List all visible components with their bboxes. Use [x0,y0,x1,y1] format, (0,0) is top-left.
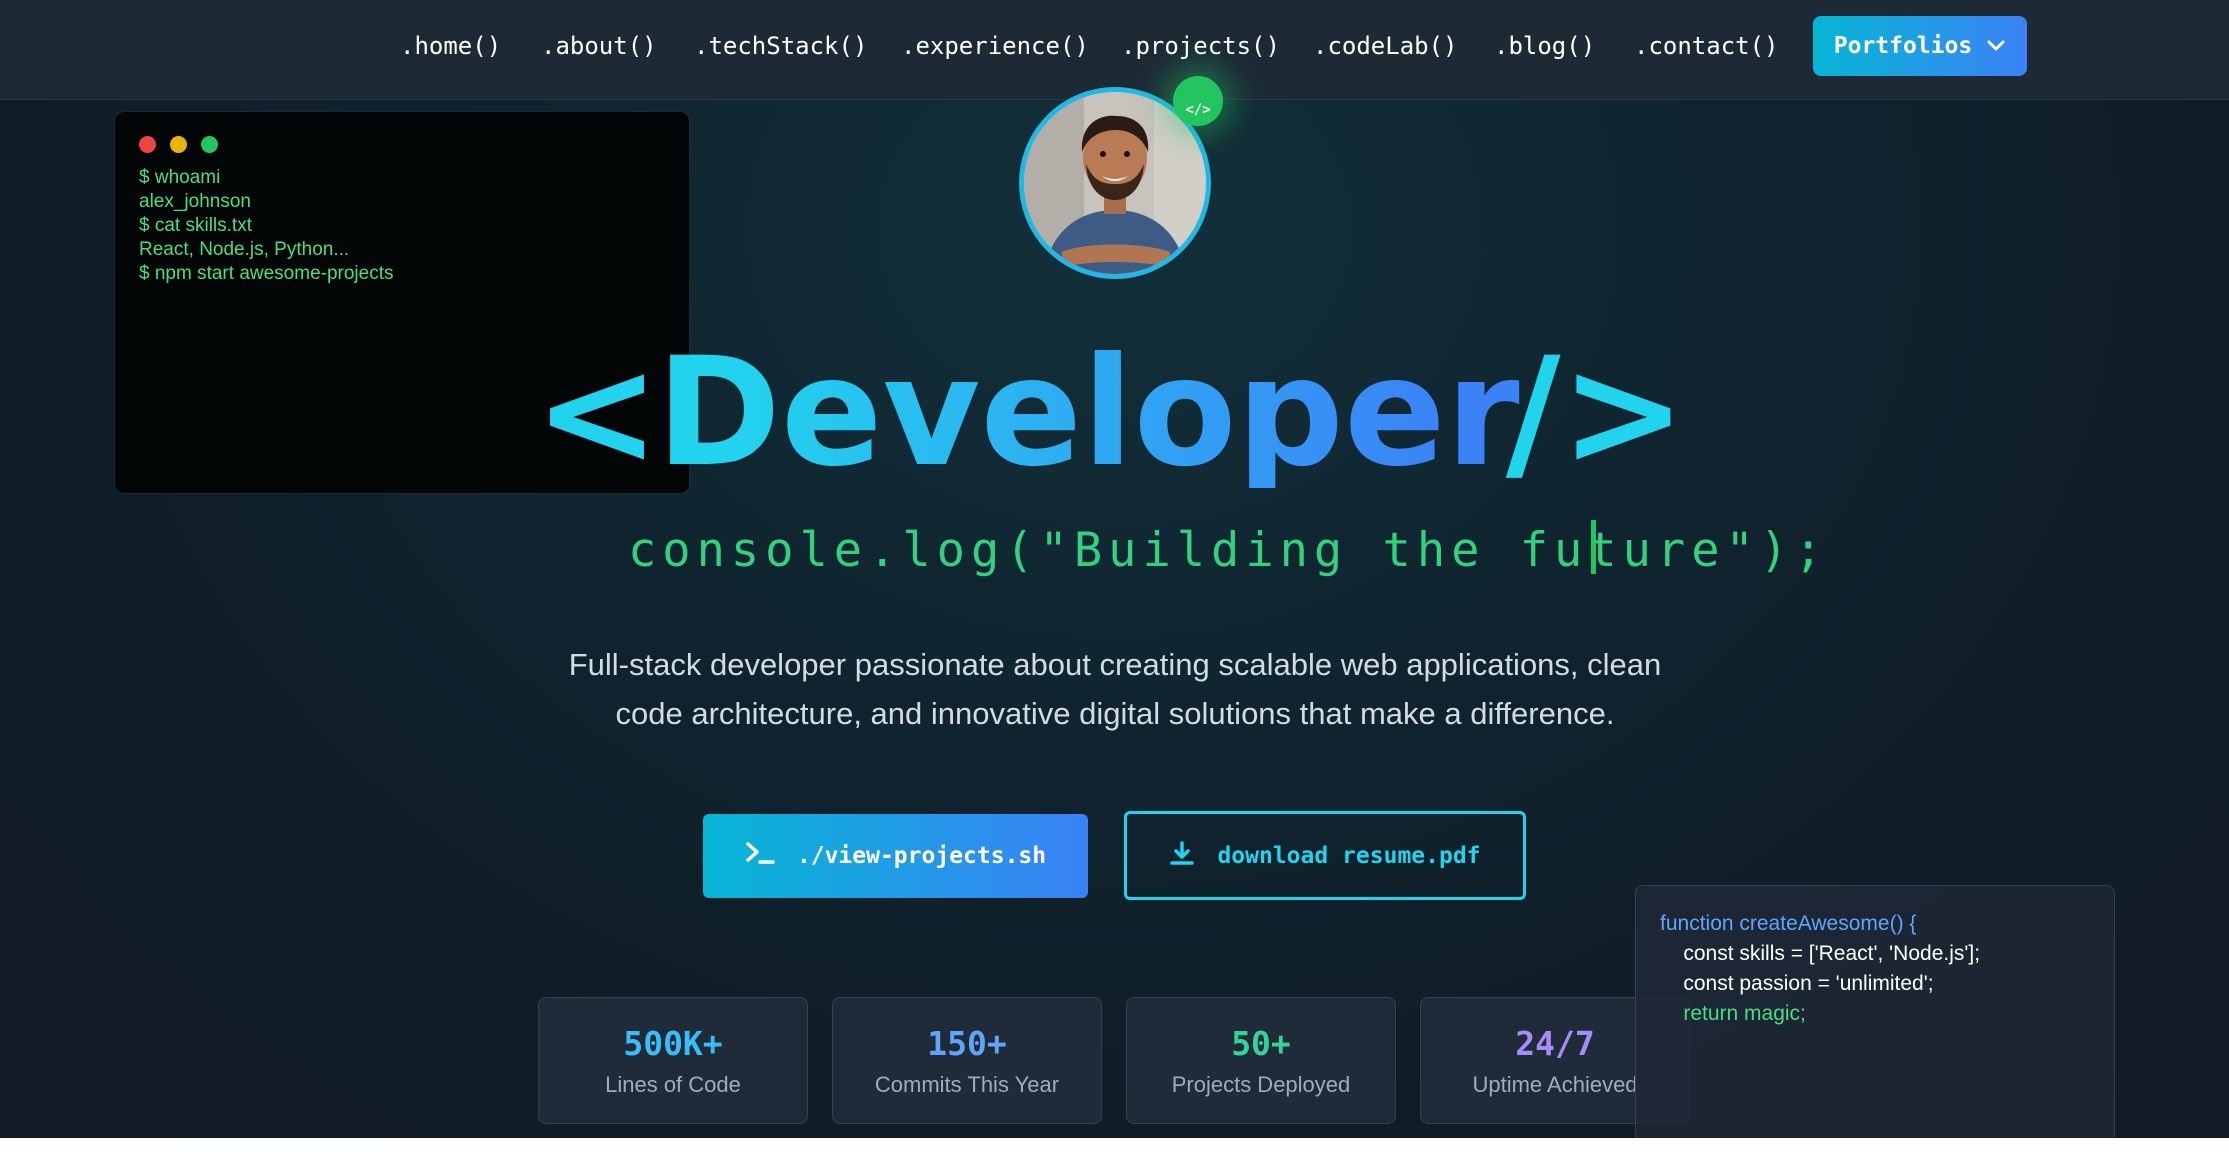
hero-description-line: Full-stack developer passionate about cr… [568,647,1662,682]
stat-label: Commits This Year [874,1072,1060,1097]
nav-link-experience[interactable]: .experience() [901,30,1089,62]
terminal-line: $ npm start awesome-projects [139,263,394,284]
terminal-line: $ whoami [139,167,221,188]
stat-label: Projects Deployed [1171,1072,1351,1097]
download-resume-label: download resume.pdf [1217,842,1481,869]
developer-portrait [1024,92,1206,274]
chevron-down-icon [1986,33,2006,59]
hero-close-bracket: /> [1506,326,1686,488]
hero-title: < Developer /> [0,318,2229,500]
page: .home() .about() .techStack() .experienc… [0,0,2229,1138]
terminal-line: alex_johnson [139,191,251,212]
page-bottom-strip [0,1138,2229,1156]
window-minimize-dot-icon [170,136,187,153]
code-line: function createAwesome() { [1660,912,1917,935]
hero-title-text: Developer [656,326,1519,488]
nav-link-projects[interactable]: .projects() [1121,30,1280,62]
terminal-prompt-icon [745,841,775,871]
nav-link-about[interactable]: .about() [541,30,657,62]
code-snippet-panel: function createAwesome() { const skills … [1635,885,2115,1138]
hero-description: Full-stack developer passionate about cr… [440,640,1790,738]
hero-tagline: console.log("Building the future"); [628,523,1829,578]
terminal-line: React, Node.js, Python... [139,239,350,260]
window-maximize-dot-icon [201,136,218,153]
hero-description-line: code architecture, and innovative digita… [615,696,1615,731]
code-line: const skills = ['React', 'Node.js']; [1660,942,1981,965]
stat-card-lines-of-code: 500K+ Lines of Code [538,997,808,1124]
typing-cursor [1591,520,1596,574]
stat-label: Lines of Code [605,1072,741,1097]
nav-link-codelab[interactable]: .codeLab() [1313,30,1458,62]
stat-value: 500K+ [623,1024,723,1063]
view-projects-button[interactable]: ./view-projects.sh [703,814,1088,898]
hero-title-graphic: < Developer /> [534,326,1686,500]
portfolios-dropdown-button[interactable]: Portfolios [1813,16,2027,76]
code-badge-icon: </> [1173,76,1223,126]
window-close-dot-icon [139,136,156,153]
stat-value: 50+ [1231,1024,1291,1063]
code-badge-label: </> [1185,102,1211,118]
navbar: .home() .about() .techStack() .experienc… [0,0,2229,100]
view-projects-label: ./view-projects.sh [796,843,1047,869]
stat-value: 150+ [927,1024,1007,1063]
hero-open-bracket: < [534,326,660,488]
nav-link-techstack[interactable]: .techStack() [694,30,867,62]
code-line: return magic; [1660,1002,1806,1025]
download-resume-button[interactable]: download resume.pdf [1124,811,1526,900]
nav-link-home[interactable]: .home() [400,30,501,62]
code-line: const passion = 'unlimited'; [1660,972,1934,995]
terminal-line: $ cat skills.txt [139,215,252,236]
nav-link-contact[interactable]: .contact() [1634,30,1779,62]
portfolios-label: Portfolios [1833,33,1973,59]
stat-card-projects-deployed: 50+ Projects Deployed [1126,997,1396,1124]
nav-link-blog[interactable]: .blog() [1494,30,1595,62]
download-icon [1169,840,1195,872]
stat-card-commits: 150+ Commits This Year [832,997,1102,1124]
